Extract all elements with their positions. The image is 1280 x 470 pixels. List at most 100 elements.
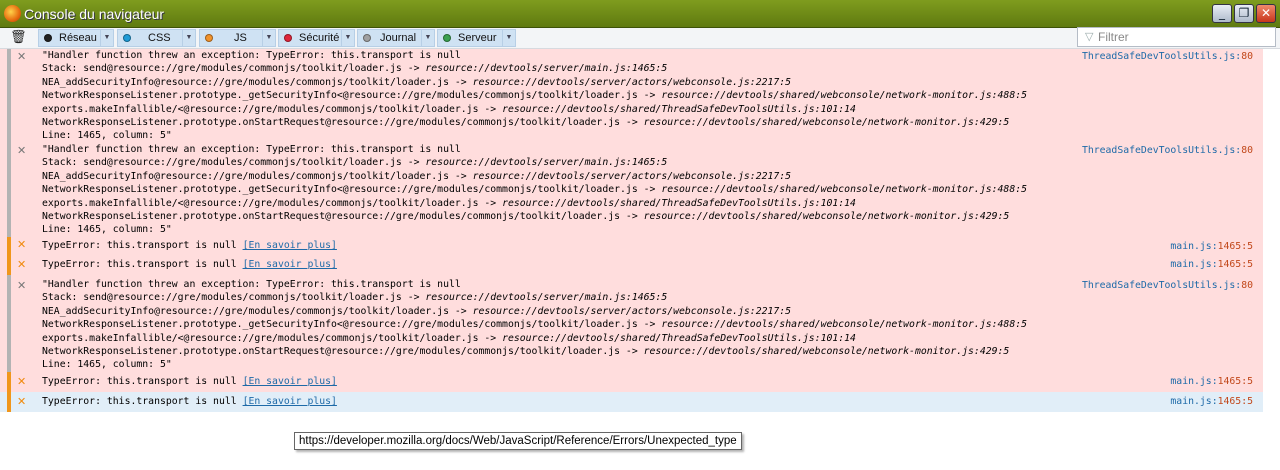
message-body: TypeError: this.transport is null [En sa…	[42, 372, 1263, 388]
message-line: Line: 1465, column: 5"	[42, 359, 172, 371]
source-line[interactable]: 1465:5	[1218, 396, 1253, 407]
message-line: "Handler function threw an exception: Ty…	[42, 279, 461, 290]
console-message-exception[interactable]: ✕ "Handler function threw an exception: …	[0, 49, 1263, 143]
trash-icon[interactable]: 🗑	[10, 30, 27, 46]
chevron-down-icon[interactable]: ▼	[502, 30, 515, 46]
source-file[interactable]: main.js	[1170, 396, 1211, 407]
journal-dot-icon	[363, 34, 371, 42]
message-body: "Handler function threw an exception: Ty…	[42, 143, 1263, 237]
console-output: ✕ "Handler function threw an exception: …	[0, 49, 1263, 412]
message-body: TypeError: this.transport is null [En sa…	[42, 255, 1263, 271]
filter-input[interactable]	[1098, 29, 1268, 45]
stack-line: NetworkResponseListener.prototype.onStar…	[42, 211, 1010, 223]
funnel-icon: ▽	[1085, 30, 1094, 43]
source-file[interactable]: ThreadSafeDevToolsUtils.js	[1082, 280, 1235, 291]
source-line[interactable]: 1465:5	[1218, 241, 1253, 252]
message-body: "Handler function threw an exception: Ty…	[42, 275, 1263, 372]
minimize-button[interactable]: _	[1212, 4, 1232, 23]
message-line: Stack: send@resource://gre/modules/commo…	[42, 63, 667, 74]
source-file[interactable]: main.js	[1170, 376, 1211, 387]
console-message-jserror[interactable]: ✕ TypeError: this.transport is null [En …	[0, 237, 1263, 255]
source-line[interactable]: 80	[1241, 51, 1253, 62]
window-title: Console du navigateur	[24, 6, 165, 22]
source-link[interactable]: ThreadSafeDevToolsUtils.js:80	[1082, 144, 1253, 157]
close-icon: ✕	[17, 50, 27, 63]
message-body: TypeError: this.transport is null [En sa…	[42, 392, 1263, 408]
source-file[interactable]: ThreadSafeDevToolsUtils.js	[1082, 145, 1235, 156]
severity-bar	[7, 392, 11, 412]
css-dot-icon	[123, 34, 131, 42]
learn-more-link[interactable]: [En savoir plus]	[243, 259, 337, 270]
console-message-exception[interactable]: ✕ "Handler function threw an exception: …	[0, 143, 1263, 237]
stack-line: NetworkResponseListener.prototype._getSe…	[42, 319, 1028, 331]
source-link[interactable]: main.js:1465:5	[1170, 395, 1253, 408]
source-file[interactable]: main.js	[1170, 259, 1211, 270]
source-link[interactable]: main.js:1465:5	[1170, 258, 1253, 271]
severity-bar	[7, 49, 11, 143]
stack-line: NEA_addSecurityInfo@resource://gre/modul…	[42, 76, 792, 88]
reseau-dot-icon	[44, 34, 52, 42]
source-file[interactable]: main.js	[1170, 241, 1211, 252]
maximize-button[interactable]: ❐	[1234, 4, 1254, 23]
chevron-down-icon[interactable]: ▼	[341, 30, 354, 46]
stack-line: exports.makeInfallible/<@resource://gre/…	[42, 197, 856, 209]
source-line[interactable]: 1465:5	[1218, 259, 1253, 270]
close-icon: ✕	[17, 279, 27, 292]
close-button[interactable]: ✕	[1256, 4, 1276, 23]
stack-line: Stack: send@resource://gre/modules/commo…	[42, 63, 668, 75]
filter-journal-button[interactable]: Journal ▼	[357, 29, 435, 47]
stack-line: NEA_addSecurityInfo@resource://gre/modul…	[42, 305, 792, 317]
severity-bar	[7, 143, 11, 237]
source-line[interactable]: 80	[1241, 280, 1253, 291]
filter-css-button[interactable]: CSS ▼	[117, 29, 196, 47]
console-message-jserror[interactable]: ✕ TypeError: this.transport is null [En …	[0, 255, 1263, 275]
close-icon: ✕	[17, 144, 27, 157]
filter-securite-button[interactable]: Sécurité ▼	[278, 29, 355, 47]
console-message-jserror[interactable]: ✕ TypeError: this.transport is null [En …	[0, 372, 1263, 392]
message-body: TypeError: this.transport is null [En sa…	[42, 237, 1263, 252]
title-bar: Console du navigateur _ ❐ ✕	[0, 0, 1280, 28]
firefox-logo-icon	[4, 5, 21, 22]
message-text: TypeError: this.transport is null	[42, 240, 237, 251]
filter-js-button[interactable]: JS ▼	[199, 29, 276, 47]
filter-search-box[interactable]: ▽	[1077, 27, 1276, 47]
chevron-down-icon[interactable]: ▼	[182, 30, 195, 46]
source-link[interactable]: ThreadSafeDevToolsUtils.js:80	[1082, 50, 1253, 63]
stack-line: NetworkResponseListener.prototype._getSe…	[42, 90, 1028, 102]
message-text: TypeError: this.transport is null	[42, 259, 237, 270]
chevron-down-icon[interactable]: ▼	[421, 30, 434, 46]
learn-more-link[interactable]: [En savoir plus]	[243, 376, 337, 387]
console-message-jserror[interactable]: ✕ TypeError: this.transport is null [En …	[0, 392, 1263, 412]
stack-line: Stack: send@resource://gre/modules/commo…	[42, 157, 668, 169]
message-line: Line: 1465, column: 5"	[42, 130, 172, 142]
serveur-dot-icon	[443, 34, 451, 42]
filter-serveur-button[interactable]: Serveur ▼	[437, 29, 516, 47]
console-message-exception[interactable]: ✕ "Handler function threw an exception: …	[0, 275, 1263, 372]
close-icon: ✕	[17, 375, 27, 388]
source-file[interactable]: ThreadSafeDevToolsUtils.js	[1082, 51, 1235, 62]
stack-line: exports.makeInfallible/<@resource://gre/…	[42, 332, 856, 344]
source-line[interactable]: 1465:5	[1218, 376, 1253, 387]
source-link[interactable]: main.js:1465:5	[1170, 375, 1253, 388]
stack-line: NetworkResponseListener.prototype.onStar…	[42, 117, 1010, 129]
severity-bar	[7, 275, 11, 372]
chevron-down-icon[interactable]: ▼	[100, 30, 113, 46]
filter-label: CSS	[148, 32, 171, 44]
message-line: "Handler function threw an exception: Ty…	[42, 50, 461, 61]
filter-label: Sécurité	[299, 32, 340, 44]
source-link[interactable]: main.js:1465:5	[1170, 240, 1253, 253]
learn-more-link[interactable]: [En savoir plus]	[243, 396, 337, 407]
filter-label: Réseau	[59, 32, 97, 44]
message-line: "Handler function threw an exception: Ty…	[42, 144, 461, 155]
securite-dot-icon	[284, 34, 292, 42]
filter-reseau-button[interactable]: Réseau ▼	[38, 29, 114, 47]
chevron-down-icon[interactable]: ▼	[262, 30, 275, 46]
source-line[interactable]: 80	[1241, 145, 1253, 156]
stack-line: NEA_addSecurityInfo@resource://gre/modul…	[42, 170, 792, 182]
severity-bar	[7, 237, 11, 255]
source-link[interactable]: ThreadSafeDevToolsUtils.js:80	[1082, 279, 1253, 292]
stack-line: Stack: send@resource://gre/modules/commo…	[42, 292, 668, 304]
learn-more-link[interactable]: [En savoir plus]	[243, 240, 337, 251]
message-body: "Handler function threw an exception: Ty…	[42, 49, 1263, 143]
stack-line: NetworkResponseListener.prototype.onStar…	[42, 346, 1010, 358]
